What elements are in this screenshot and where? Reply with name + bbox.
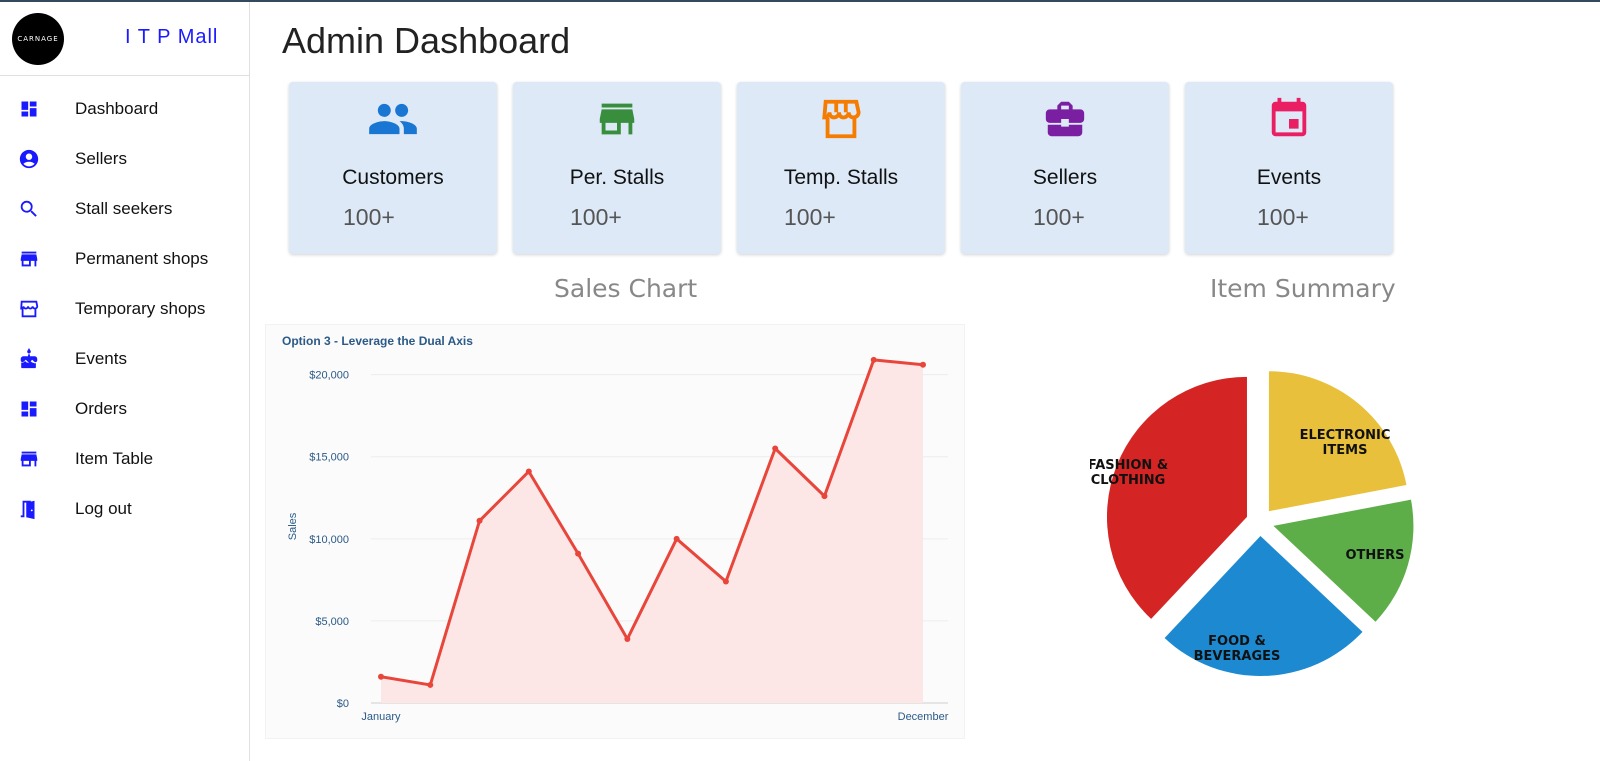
sidebar-item-label: Temporary shops (75, 299, 206, 318)
sales-line-chart: $0 $5,000 $10,000 $15,000 $20,000 Sales Januar… (287, 356, 949, 723)
pie-label: FASHION & CLOTHING (1090, 458, 1168, 488)
card-value: 100+ (1257, 204, 1309, 230)
card-label: Per. Stalls (569, 166, 665, 189)
page-title: Admin Dashboard (282, 20, 571, 61)
sidebar-item-label: Sellers (75, 149, 127, 168)
people-icon (289, 96, 497, 142)
sales-point[interactable] (673, 535, 680, 542)
sidebar-item-label: Log out (75, 499, 132, 518)
sales-area (381, 359, 923, 703)
sidebar-item-label: Orders (75, 399, 127, 418)
card-value: 100+ (784, 204, 836, 230)
card-value: 100+ (1033, 204, 1085, 230)
sidebar-item-temporary-shops[interactable]: Temporary shops (0, 284, 249, 334)
briefcase-icon (961, 96, 1169, 142)
y-tick-label: $0 (337, 698, 349, 710)
sidebar-item-label: Events (75, 349, 127, 368)
stat-card-customers[interactable]: Customers 100+ (289, 82, 497, 254)
sidebar-item-item-table[interactable]: Item Table (0, 434, 249, 484)
sidebar-item-orders[interactable]: Orders (0, 384, 249, 434)
pie-label: OTHERS (1345, 548, 1404, 563)
y-tick-label: $15,000 (309, 452, 349, 464)
dashboard-icon (18, 398, 40, 420)
y-axis-label: Sales (287, 512, 299, 540)
cake-icon (18, 348, 40, 370)
item-summary-title: Item Summary (1210, 274, 1396, 303)
sales-point[interactable] (624, 635, 631, 642)
chart-title: Option 3 - Leverage the Dual Axis (282, 334, 473, 348)
store-icon (513, 96, 721, 142)
sidebar: CARNAGE I T P Mall Dashboard Sellers Sta… (0, 2, 250, 761)
y-tick-label: $5,000 (315, 616, 349, 628)
card-label: Sellers (1032, 166, 1098, 189)
sidebar-item-label: Item Table (75, 449, 154, 468)
sales-point[interactable] (722, 578, 729, 585)
y-tick-label: $10,000 (309, 534, 349, 546)
stat-card-events[interactable]: Events 100+ (1185, 82, 1393, 254)
x-tick-label: December (898, 711, 949, 723)
storefront-icon (18, 298, 40, 320)
sidebar-item-sellers[interactable]: Sellers (0, 134, 249, 184)
store-icon (18, 448, 40, 470)
main-content: Admin Dashboard Customers 100+ Per. Stal… (250, 2, 1600, 761)
card-label: Temp. Stalls (783, 166, 899, 189)
y-tick-label: $20,000 (309, 370, 349, 382)
brand-logo[interactable]: CARNAGE (12, 13, 64, 65)
dashboard-icon (18, 98, 40, 120)
card-label: Events (1256, 166, 1322, 189)
account-circle-icon (18, 148, 40, 170)
sales-point[interactable] (378, 673, 384, 680)
storefront-icon (737, 96, 945, 142)
brand-name[interactable]: I T P Mall (125, 26, 218, 49)
sidebar-item-stall-seekers[interactable]: Stall seekers (0, 184, 249, 234)
item-summary-chart: ELECTRONIC ITEMS OTHERS FOOD & BEVERAGES FASH… (1088, 357, 1430, 687)
sales-point[interactable] (427, 681, 434, 688)
sales-point[interactable] (920, 361, 926, 368)
sales-chart: Option 3 - Leverage the Dual Axis $0 $5,0… (265, 324, 965, 739)
sales-point[interactable] (575, 550, 582, 557)
sales-chart-title: Sales Chart (554, 274, 698, 303)
x-tick-label: January (361, 711, 401, 723)
sidebar-item-label: Dashboard (75, 99, 159, 118)
sales-point[interactable] (821, 493, 828, 500)
sidebar-item-permanent-shops[interactable]: Permanent shops (0, 234, 249, 284)
sales-point[interactable] (476, 517, 483, 524)
sales-point[interactable] (870, 356, 877, 363)
item-summary-pie: ELECTRONIC ITEMSOTHERSFOOD & BEVERAGESFASH… (1088, 371, 1414, 676)
sales-point[interactable] (525, 468, 532, 475)
stat-card-sellers[interactable]: Sellers 100+ (961, 82, 1169, 254)
sidebar-item-log-out[interactable]: Log out (0, 484, 249, 534)
stat-card-per-stalls[interactable]: Per. Stalls 100+ (513, 82, 721, 254)
card-value: 100+ (570, 204, 622, 230)
event-icon (1185, 96, 1393, 142)
sidebar-nav: Dashboard Sellers Stall seekers Permanen… (0, 84, 249, 534)
sales-point[interactable] (772, 445, 779, 452)
stat-cards: Customers 100+ Per. Stalls 100+ Temp. St… (289, 82, 1393, 254)
sidebar-item-dashboard[interactable]: Dashboard (0, 84, 249, 134)
card-value: 100+ (343, 204, 395, 230)
sidebar-item-label: Stall seekers (75, 199, 173, 218)
brand-header: CARNAGE I T P Mall (0, 2, 249, 76)
store-icon (18, 248, 40, 270)
sidebar-item-events[interactable]: Events (0, 334, 249, 384)
sidebar-item-label: Permanent shops (75, 249, 209, 268)
card-label: Customers (342, 166, 444, 189)
door-exit-icon (18, 498, 40, 520)
search-icon (18, 198, 40, 220)
stat-card-temp-stalls[interactable]: Temp. Stalls 100+ (737, 82, 945, 254)
